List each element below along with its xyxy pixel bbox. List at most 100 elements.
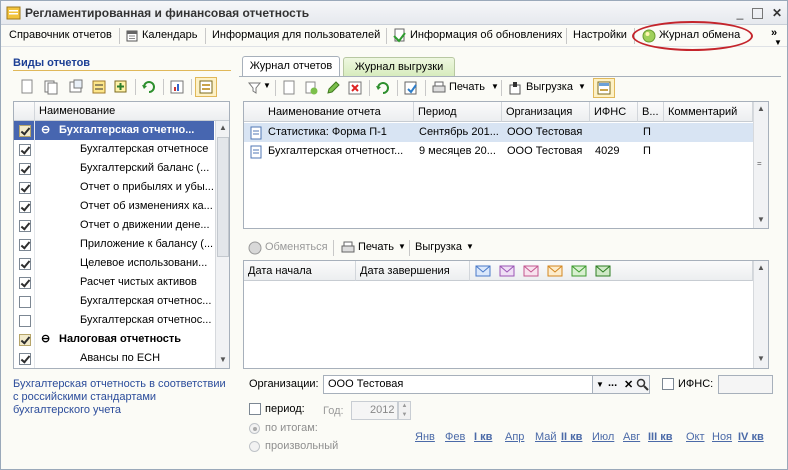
tree-group-row[interactable]: ⊖ Бухгалтерская отчетно... bbox=[14, 121, 214, 140]
month-jul[interactable]: Июл bbox=[592, 431, 614, 443]
tree-row[interactable]: Расчет чистых активов bbox=[14, 273, 214, 292]
tree-row-checkbox[interactable] bbox=[19, 258, 31, 270]
exchange-table[interactable]: Дата начала Дата завершения ▲ ▼ bbox=[243, 260, 769, 369]
month-oct[interactable]: Окт bbox=[686, 431, 705, 443]
tab-reports-journal[interactable]: Журнал отчетов bbox=[242, 56, 340, 77]
tree-row-checkbox[interactable] bbox=[19, 125, 31, 137]
col-v[interactable]: В... bbox=[638, 102, 664, 122]
tree-group-row[interactable]: ⊖ Налоговая отчетность bbox=[14, 330, 214, 349]
close-button[interactable]: ✕ bbox=[769, 5, 785, 21]
organization-input[interactable]: ООО Тестовая bbox=[323, 375, 593, 394]
quarter-4[interactable]: IV кв bbox=[738, 431, 764, 443]
tree-row-checkbox[interactable] bbox=[19, 182, 31, 194]
print-exchange-button[interactable]: Печать bbox=[358, 241, 394, 253]
print-button[interactable]: Печать bbox=[449, 81, 485, 93]
col-start-date[interactable]: Дата начала bbox=[244, 261, 356, 281]
month-may[interactable]: Май bbox=[535, 431, 557, 443]
tree-row[interactable]: Приложение к балансу (... bbox=[14, 235, 214, 254]
menu-calendar[interactable]: Календарь bbox=[142, 29, 198, 41]
tree-row[interactable]: Бухгалтерская отчетнос... bbox=[14, 311, 214, 330]
month-jan[interactable]: Янв bbox=[415, 431, 435, 443]
col-comment[interactable]: Комментарий bbox=[664, 102, 753, 122]
org-clear-icon[interactable]: ✕ bbox=[624, 378, 633, 391]
tree-row-checkbox[interactable] bbox=[19, 201, 31, 213]
tree-row-checkbox[interactable] bbox=[19, 353, 31, 365]
maximize-button[interactable] bbox=[752, 8, 763, 19]
reports-table[interactable]: Наименование отчета Период Организация ИФНС… bbox=[243, 101, 769, 229]
quarter-1[interactable]: I кв bbox=[474, 431, 492, 443]
radio-custom[interactable] bbox=[249, 441, 260, 452]
col-ifns[interactable]: ИФНС bbox=[590, 102, 638, 122]
print-exchange-dropdown-icon[interactable]: ▼ bbox=[398, 242, 406, 251]
radio-totals[interactable] bbox=[249, 423, 260, 434]
refresh-icon[interactable] bbox=[141, 79, 157, 95]
report-kinds-tree[interactable]: Наименование ⊖ Бухгалтерская отчетно... Бу… bbox=[13, 101, 230, 369]
delete-icon[interactable] bbox=[347, 80, 363, 96]
col-period[interactable]: Период bbox=[414, 102, 502, 122]
print-dropdown-icon[interactable]: ▼ bbox=[491, 82, 499, 91]
add-folder-icon[interactable] bbox=[68, 79, 84, 95]
tree-row-checkbox[interactable] bbox=[19, 220, 31, 232]
ifns-checkbox[interactable] bbox=[662, 378, 674, 390]
menu-reference-reports[interactable]: Справочник отчетов bbox=[9, 29, 112, 41]
collapse-icon[interactable]: ⊖ bbox=[41, 332, 50, 345]
export-icon[interactable] bbox=[507, 80, 523, 96]
year-spinner[interactable]: ▲ ▼ bbox=[398, 401, 411, 420]
reports-scrollbar[interactable]: ▲ = ▼ bbox=[753, 102, 768, 228]
org-dropdown-icon[interactable]: ▼ bbox=[596, 380, 604, 389]
report-icon[interactable] bbox=[169, 79, 185, 95]
add-icon[interactable] bbox=[19, 79, 35, 95]
month-aug[interactable]: Авг bbox=[623, 431, 640, 443]
month-nov[interactable]: Ноя bbox=[712, 431, 732, 443]
tree-row[interactable]: Бухгалтерская отчетнос... bbox=[14, 292, 214, 311]
tree-row-checkbox[interactable] bbox=[19, 239, 31, 251]
period-checkbox[interactable] bbox=[249, 403, 261, 415]
exchange-button[interactable]: Обменяться bbox=[265, 241, 328, 253]
col-report-name[interactable]: Наименование отчета bbox=[244, 102, 414, 122]
hierarchy-icon[interactable] bbox=[91, 79, 107, 95]
tree-row[interactable]: Целевое использовани... bbox=[14, 254, 214, 273]
move-icon[interactable] bbox=[113, 79, 129, 95]
tree-row-checkbox[interactable] bbox=[19, 277, 31, 289]
chevron-down-icon[interactable]: ▼ bbox=[774, 38, 782, 47]
filter-icon[interactable] bbox=[247, 80, 263, 96]
exchange-icon[interactable] bbox=[247, 240, 263, 256]
panel-toggle-button[interactable] bbox=[593, 78, 615, 98]
col-end-date[interactable]: Дата завершения bbox=[356, 261, 470, 281]
tree-row[interactable]: Бухгалтерский баланс (... bbox=[14, 159, 214, 178]
exchange-scrollbar[interactable]: ▲ ▼ bbox=[753, 261, 768, 368]
menu-settings[interactable]: Настройки bbox=[573, 29, 627, 41]
tree-row[interactable]: Отчет о прибылях и убы... bbox=[14, 178, 214, 197]
menu-user-info[interactable]: Информация для пользователей bbox=[212, 29, 380, 41]
edit-icon[interactable] bbox=[325, 80, 341, 96]
export-exchange-dropdown-icon[interactable]: ▼ bbox=[466, 242, 474, 251]
tree-row-checkbox[interactable] bbox=[19, 315, 31, 327]
ifns-input[interactable] bbox=[718, 375, 773, 394]
export-button[interactable]: Выгрузка bbox=[526, 81, 573, 93]
quarter-3[interactable]: III кв bbox=[648, 431, 673, 443]
tab-export-journal[interactable]: Журнал выгрузки bbox=[343, 57, 455, 77]
tree-row-checkbox[interactable] bbox=[19, 144, 31, 156]
tree-scrollbar[interactable]: ▲ ▼ bbox=[215, 121, 229, 368]
copy-icon[interactable] bbox=[43, 79, 59, 95]
month-apr[interactable]: Апр bbox=[505, 431, 524, 443]
menu-update-info[interactable]: Информация об обновлениях bbox=[410, 29, 562, 41]
year-input[interactable]: 2012 bbox=[351, 401, 398, 420]
send-report-icon[interactable] bbox=[403, 80, 419, 96]
export-dropdown-icon[interactable]: ▼ bbox=[578, 82, 586, 91]
refresh-reports-icon[interactable] bbox=[375, 80, 391, 96]
copy-document-icon[interactable] bbox=[303, 80, 319, 96]
tree-row[interactable]: Бухгалтерская отчетносе bbox=[14, 140, 214, 159]
tree-row-checkbox[interactable] bbox=[19, 334, 31, 346]
tree-row[interactable]: Отчет о движении дене... bbox=[14, 216, 214, 235]
tree-row[interactable]: Отчет об изменениях ка... bbox=[14, 197, 214, 216]
org-search-icon[interactable] bbox=[636, 378, 649, 391]
tree-row-checkbox[interactable] bbox=[19, 163, 31, 175]
new-document-icon[interactable] bbox=[281, 80, 297, 96]
collapse-icon[interactable]: ⊖ bbox=[41, 123, 50, 136]
minimize-button[interactable]: _ bbox=[732, 5, 748, 21]
col-organization[interactable]: Организация bbox=[502, 102, 590, 122]
quarter-2[interactable]: II кв bbox=[561, 431, 582, 443]
filter-dropdown-icon[interactable]: ▼ bbox=[263, 81, 271, 90]
print-icon[interactable] bbox=[431, 80, 447, 96]
